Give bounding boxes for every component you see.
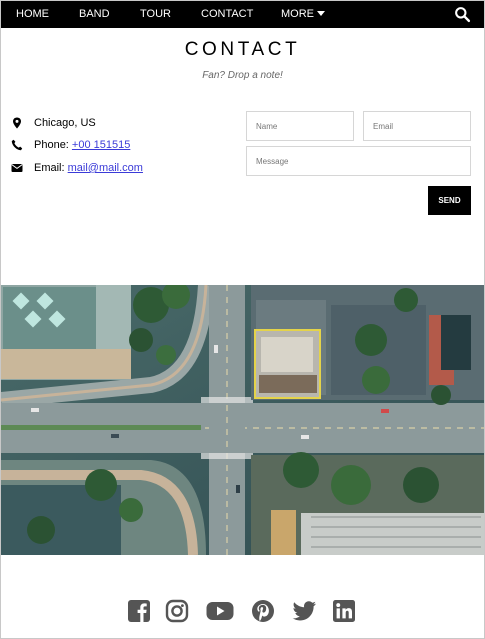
phone-label: Phone: [34,139,72,151]
page-title: CONTACT [184,39,301,60]
instagram-icon[interactable] [165,599,189,623]
envelope-icon [11,164,23,172]
nav-more-label: MORE [281,8,314,20]
email-label: Email: [34,162,68,174]
map-marker-icon [13,117,21,129]
nav-home[interactable]: HOME [16,1,49,28]
location-text: Chicago, US [34,117,96,129]
city-aerial-image [1,285,484,555]
name-field[interactable] [246,111,354,141]
message-field[interactable] [246,146,471,176]
youtube-icon[interactable] [206,599,234,623]
caret-down-icon [317,11,325,16]
email-link[interactable]: mail@mail.com [68,162,143,174]
phone-icon [11,139,23,151]
nav-band[interactable]: BAND [79,1,110,28]
twitter-icon[interactable] [291,599,317,623]
pinterest-icon[interactable] [251,599,275,623]
email-field[interactable] [363,111,471,141]
phone-link[interactable]: +00 151515 [72,139,130,151]
linkedin-icon[interactable] [332,599,356,623]
facebook-icon[interactable] [127,599,151,623]
search-icon[interactable] [454,6,471,23]
page: HOME BAND TOUR CONTACT MORE CONTACT Fan?… [0,0,485,639]
send-button[interactable]: SEND [428,186,471,215]
nav-tour[interactable]: TOUR [140,1,171,28]
nav-contact[interactable]: CONTACT [201,1,253,28]
nav-more-dropdown[interactable]: MORE [281,1,325,28]
top-navbar: HOME BAND TOUR CONTACT MORE [1,1,484,28]
page-subtitle: Fan? Drop a note! [202,70,283,81]
